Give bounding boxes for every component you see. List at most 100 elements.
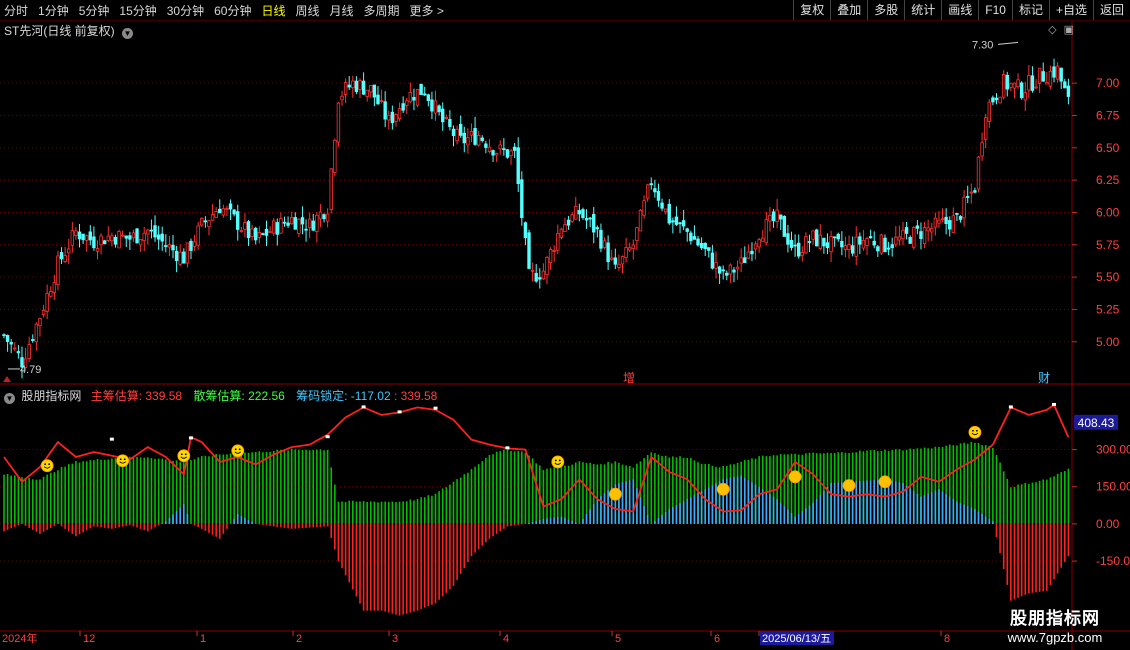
candle-body	[976, 156, 981, 190]
candle-body	[764, 219, 769, 244]
candle-body	[1016, 79, 1020, 88]
candle-body	[804, 236, 808, 254]
candle-body	[933, 217, 938, 228]
indicator-name[interactable]: 股朋指标网	[21, 389, 81, 403]
candle-body	[268, 231, 272, 233]
low-price-label: 4.79	[20, 364, 41, 376]
smiley-eye	[554, 459, 557, 462]
candle-body	[681, 220, 686, 227]
candle-body	[548, 249, 553, 263]
candle-body	[110, 235, 114, 242]
stock-title[interactable]: ST先河(日线 前复权) ▼	[4, 22, 134, 39]
candle-body	[117, 231, 121, 249]
menu-button[interactable]: 叠加	[830, 0, 867, 20]
candle-body	[275, 222, 279, 235]
candle-body	[455, 128, 459, 142]
smiley-icon	[551, 455, 565, 469]
smiley-eye	[48, 463, 51, 466]
candle-body	[333, 139, 337, 173]
candle-body	[509, 150, 513, 157]
candle-body	[983, 117, 988, 140]
candle-body	[559, 228, 564, 238]
candle-body	[124, 235, 128, 239]
peak-marker	[109, 437, 114, 441]
scatter-chip-label: 散筹估算: 222.56	[193, 389, 285, 403]
gold-coin-icon	[842, 479, 856, 492]
period-tab[interactable]: 周线	[295, 2, 319, 19]
candle-body	[606, 242, 610, 263]
candle-body	[336, 102, 341, 143]
period-tab[interactable]: 月线	[330, 2, 354, 19]
event-marker-zeng[interactable]: 增	[623, 371, 635, 385]
candle-body	[59, 252, 64, 260]
candle-body	[966, 196, 970, 198]
candle-body	[1005, 74, 1009, 90]
menu-button[interactable]: F10	[978, 0, 1012, 20]
candle-body	[113, 236, 118, 245]
price-tick-label: 5.75	[1096, 238, 1120, 252]
candle-body	[394, 113, 398, 122]
candle-body	[128, 235, 132, 240]
chart-canvas[interactable]: 7.00 6.75 6.50 6.25 6.00 5.75 5.50 5.25 5.00 4.79…	[0, 0, 1130, 650]
high-marker	[997, 41, 1019, 45]
candle-body	[915, 225, 920, 229]
candle-body	[793, 244, 797, 247]
period-tab[interactable]: 5分钟	[79, 2, 110, 19]
menu-button[interactable]: 复权	[793, 0, 830, 20]
candle-body	[494, 153, 499, 156]
period-tab[interactable]: 15分钟	[119, 2, 156, 19]
period-tab[interactable]: 日线	[261, 2, 285, 19]
candle-body	[1030, 75, 1035, 91]
candle-body	[642, 200, 646, 216]
period-tab[interactable]: 分时	[4, 2, 28, 19]
candle-body	[300, 217, 305, 225]
candle-body	[930, 227, 934, 233]
candle-body	[95, 248, 100, 252]
candle-body	[865, 238, 869, 246]
event-marker-cai[interactable]: 财	[1038, 371, 1050, 385]
candle-body	[31, 339, 35, 341]
menu-button[interactable]: 画线	[941, 0, 978, 20]
restore-icon[interactable]: ▣	[1064, 24, 1074, 36]
candle-body	[671, 220, 675, 223]
smiley-eye	[180, 453, 183, 456]
menu-button[interactable]: +自选	[1048, 0, 1093, 20]
period-tab[interactable]: 更多 >	[410, 2, 444, 19]
indicator-title-bar: ▼ 股朋指标网 主筹估算: 339.58 散筹估算: 222.56 筹码锁定: …	[4, 387, 437, 404]
period-tab[interactable]: 1分钟	[38, 2, 69, 19]
menu-button[interactable]: 返回	[1092, 0, 1130, 20]
candle-body	[717, 266, 722, 274]
candle-body	[753, 243, 758, 250]
candle-body	[1001, 74, 1006, 98]
candle-body	[325, 213, 330, 222]
candle-body	[1034, 86, 1038, 89]
candle-body	[721, 269, 725, 272]
diamond-icon[interactable]: ◇	[1048, 24, 1056, 36]
candle-body	[592, 213, 596, 233]
candle-body	[318, 211, 323, 220]
candle-body	[534, 272, 538, 282]
candle-body	[167, 244, 172, 248]
candle-body	[149, 229, 154, 232]
time-axis-label: 2024年	[2, 631, 37, 645]
candle-body	[610, 257, 614, 260]
menu-button[interactable]: 多股	[867, 0, 904, 20]
chevron-down-icon[interactable]: ▼	[122, 28, 134, 39]
candle-body	[138, 238, 143, 246]
period-tabs: 分时 1分钟 5分钟 15分钟 30分钟 60分钟 日线 周线 月线 多周期 更多 >	[4, 0, 454, 20]
time-axis-label: 8	[944, 633, 950, 645]
period-tab[interactable]: 30分钟	[167, 2, 204, 19]
candle-body	[890, 244, 894, 249]
candle-body	[800, 252, 805, 256]
menu-button[interactable]: 统计	[904, 0, 941, 20]
indicator-tick-label: 150.00	[1096, 480, 1130, 494]
candle-body	[232, 209, 236, 215]
chevron-down-icon[interactable]: ▼	[4, 393, 15, 404]
period-tab[interactable]: 多周期	[364, 2, 400, 19]
candle-body	[207, 220, 211, 228]
price-tick-label: 6.75	[1096, 108, 1120, 122]
menu-button[interactable]: 标记	[1011, 0, 1049, 20]
candle-body	[901, 229, 905, 240]
period-tab[interactable]: 60分钟	[214, 2, 251, 19]
watermark: 股朋指标网 www.7gpzb.com	[985, 604, 1125, 645]
